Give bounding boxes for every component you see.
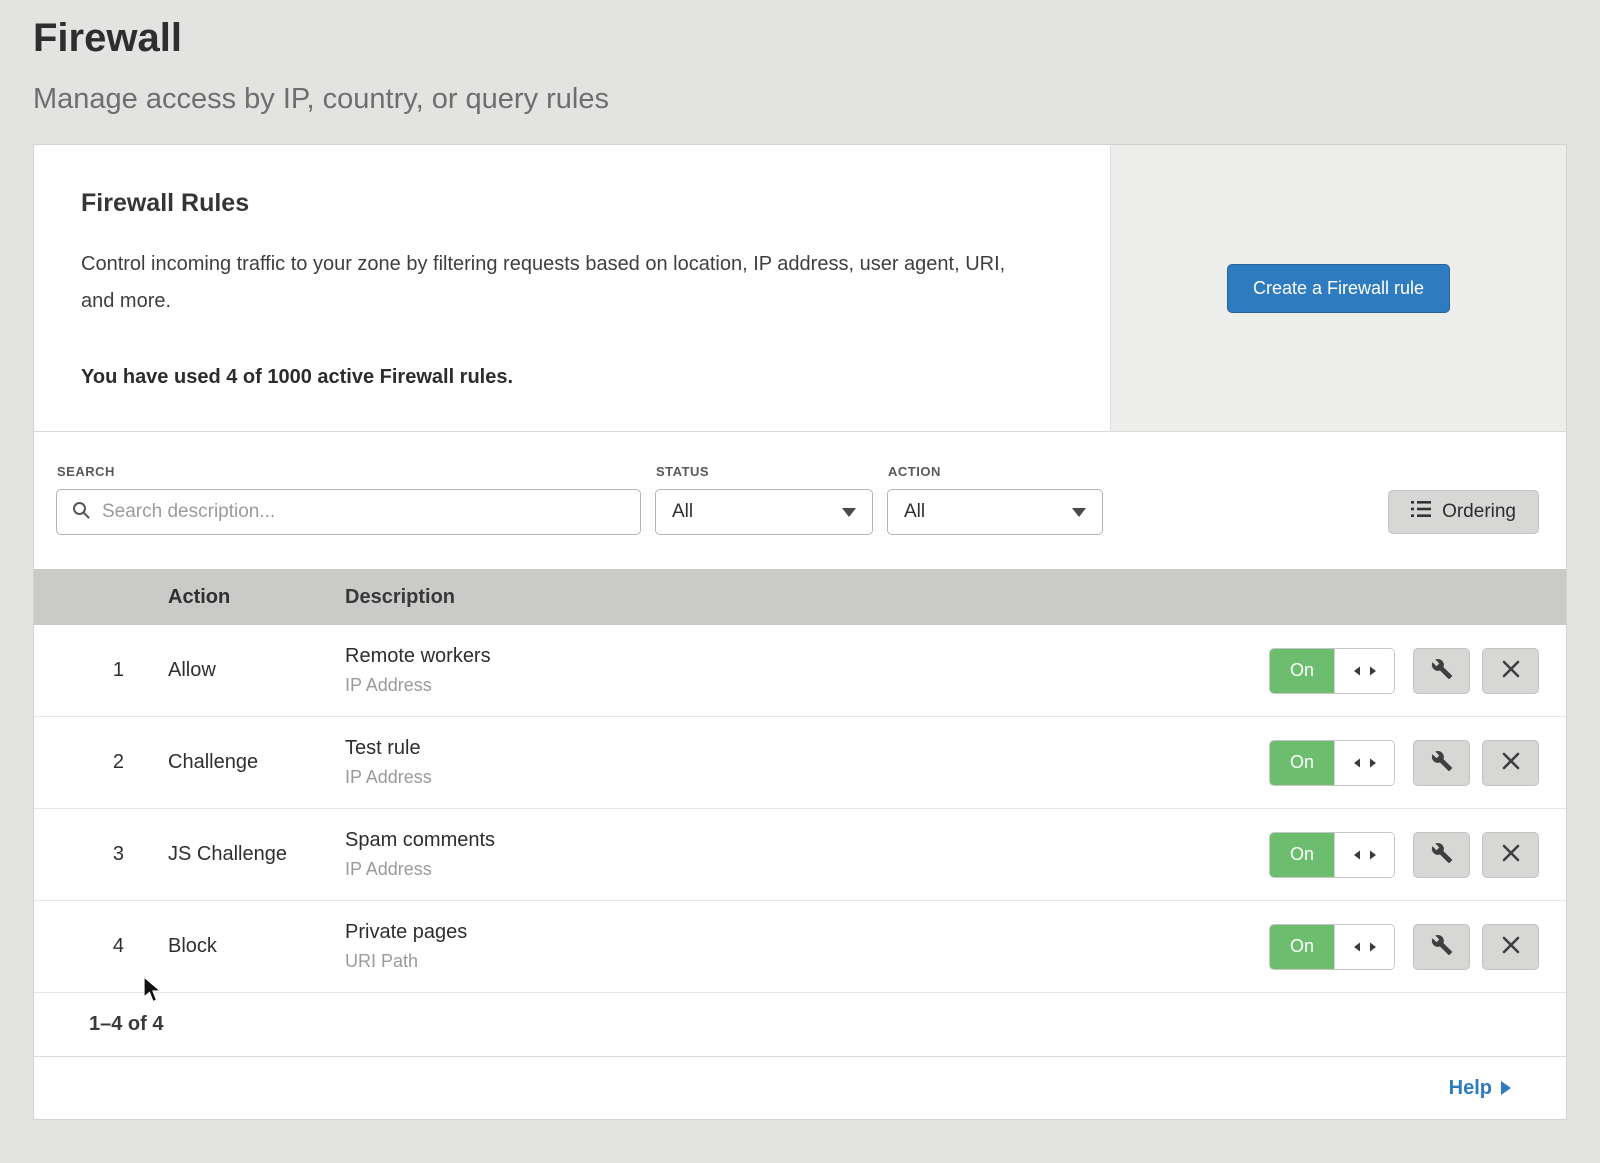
description-column-header: Description [301, 586, 1566, 609]
edit-rule-button[interactable] [1413, 924, 1470, 970]
rule-action: Allow [124, 659, 301, 682]
status-value: All [672, 501, 693, 523]
close-icon [1502, 660, 1520, 681]
edit-rule-button[interactable] [1413, 648, 1470, 694]
rule-enabled-toggle[interactable]: On [1269, 924, 1395, 970]
help-arrow-icon [1501, 1081, 1511, 1095]
firewall-page: Firewall Manage access by IP, country, o… [0, 0, 1600, 1120]
search-icon [71, 500, 91, 525]
rule-priority: 1 [34, 659, 124, 682]
toggle-on-label[interactable]: On [1270, 741, 1334, 785]
close-icon [1502, 936, 1520, 957]
search-box[interactable] [56, 489, 641, 535]
status-select[interactable]: All [655, 489, 873, 535]
close-icon [1502, 752, 1520, 773]
rule-description-cell: Remote workers IP Address [301, 645, 1269, 696]
rule-action: Block [124, 935, 301, 958]
rule-description: Private pages [345, 921, 1269, 944]
delete-rule-button[interactable] [1482, 648, 1539, 694]
rule-controls: On [1269, 648, 1566, 694]
action-select[interactable]: All [887, 489, 1103, 535]
toggle-on-label[interactable]: On [1270, 925, 1334, 969]
edit-rule-button[interactable] [1413, 832, 1470, 878]
action-label: ACTION [888, 464, 1103, 479]
edit-rule-button[interactable] [1413, 740, 1470, 786]
rule-description-cell: Private pages URI Path [301, 921, 1269, 972]
search-filter-group: SEARCH [56, 464, 641, 535]
rule-enabled-toggle[interactable]: On [1269, 648, 1395, 694]
rule-match-type: URI Path [345, 951, 1269, 972]
rule-enabled-toggle[interactable]: On [1269, 740, 1395, 786]
card-description: Control incoming traffic to your zone by… [81, 246, 1031, 320]
card-heading: Firewall Rules [81, 189, 1050, 218]
create-rule-panel: Create a Firewall rule [1110, 145, 1566, 431]
ordering-button-label: Ordering [1442, 501, 1516, 523]
card-top-section: Firewall Rules Control incoming traffic … [34, 145, 1566, 432]
chevron-down-icon [842, 508, 856, 517]
page-title: Firewall [33, 16, 1567, 61]
rule-controls: On [1269, 832, 1566, 878]
rule-match-type: IP Address [345, 675, 1269, 696]
wrench-icon [1431, 658, 1453, 683]
rule-description: Remote workers [345, 645, 1269, 668]
toggle-arrows-icon[interactable] [1334, 833, 1394, 877]
rule-priority: 2 [34, 751, 124, 774]
rule-action: Challenge [124, 751, 301, 774]
create-firewall-rule-button[interactable]: Create a Firewall rule [1227, 264, 1450, 313]
toggle-on-label[interactable]: On [1270, 833, 1334, 877]
action-column-header: Action [124, 586, 301, 609]
rule-description-cell: Spam comments IP Address [301, 829, 1269, 880]
rule-action: JS Challenge [124, 843, 301, 866]
search-label: SEARCH [57, 464, 641, 479]
delete-rule-button[interactable] [1482, 832, 1539, 878]
wrench-icon [1431, 842, 1453, 867]
toggle-on-label[interactable]: On [1270, 649, 1334, 693]
status-filter-group: STATUS All [655, 464, 873, 535]
card-intro: Firewall Rules Control incoming traffic … [34, 145, 1110, 431]
ordering-button[interactable]: Ordering [1388, 490, 1539, 534]
ordering-list-icon [1411, 500, 1431, 524]
rule-description: Spam comments [345, 829, 1269, 852]
pagination: 1–4 of 4 [34, 993, 1566, 1057]
delete-rule-button[interactable] [1482, 740, 1539, 786]
help-link[interactable]: Help [1449, 1077, 1511, 1100]
table-row: 2 Challenge Test rule IP Address On [34, 717, 1566, 809]
rule-controls: On [1269, 740, 1566, 786]
help-link-label: Help [1449, 1077, 1492, 1100]
firewall-rules-table: Action Description 1 Allow Remote worker… [34, 569, 1566, 1057]
rule-enabled-toggle[interactable]: On [1269, 832, 1395, 878]
rule-priority: 3 [34, 843, 124, 866]
card-footer: Help [34, 1057, 1566, 1119]
table-row: 4 Block Private pages URI Path On [34, 901, 1566, 993]
rule-priority: 4 [34, 935, 124, 958]
wrench-icon [1431, 934, 1453, 959]
rule-match-type: IP Address [345, 859, 1269, 880]
table-row: 3 JS Challenge Spam comments IP Address … [34, 809, 1566, 901]
page-subtitle: Manage access by IP, country, or query r… [33, 83, 1567, 116]
rules-usage-text: You have used 4 of 1000 active Firewall … [81, 366, 1050, 389]
wrench-icon [1431, 750, 1453, 775]
rule-controls: On [1269, 924, 1566, 970]
rule-description: Test rule [345, 737, 1269, 760]
toggle-arrows-icon[interactable] [1334, 741, 1394, 785]
action-value: All [904, 501, 925, 523]
chevron-down-icon [1072, 508, 1086, 517]
action-filter-group: ACTION All [887, 464, 1103, 535]
table-row: 1 Allow Remote workers IP Address On [34, 625, 1566, 717]
status-label: STATUS [656, 464, 873, 479]
toggle-arrows-icon[interactable] [1334, 925, 1394, 969]
filters-bar: SEARCH STATUS All ACTION All [34, 432, 1566, 569]
table-header-row: Action Description [34, 569, 1566, 625]
close-icon [1502, 844, 1520, 865]
delete-rule-button[interactable] [1482, 924, 1539, 970]
rule-description-cell: Test rule IP Address [301, 737, 1269, 788]
firewall-rules-card: Firewall Rules Control incoming traffic … [33, 144, 1567, 1120]
toggle-arrows-icon[interactable] [1334, 649, 1394, 693]
search-input[interactable] [100, 500, 626, 524]
rule-match-type: IP Address [345, 767, 1269, 788]
